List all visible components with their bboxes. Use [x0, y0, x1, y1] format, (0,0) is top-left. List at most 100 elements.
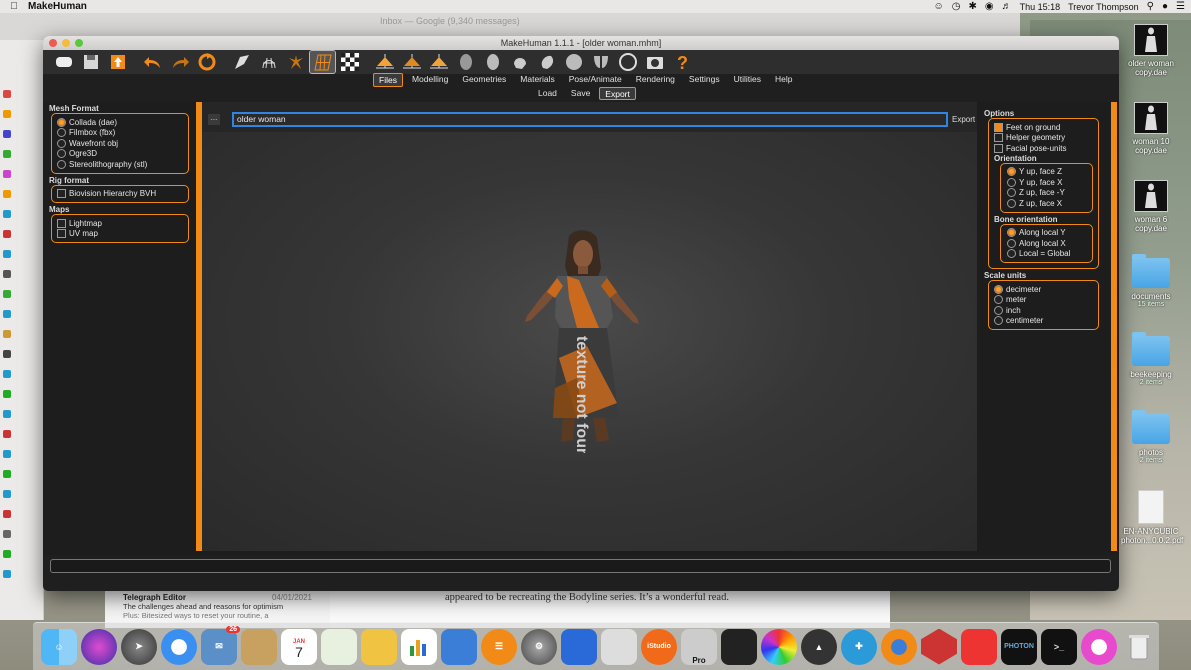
photon-icon[interactable]: PHOTON	[1001, 628, 1037, 665]
terminal-icon[interactable]: >_	[1041, 628, 1077, 665]
option-row[interactable]: Along local X	[1007, 238, 1086, 249]
toolbar-symmetry-button[interactable]	[561, 51, 586, 73]
toolbar-left-view-button[interactable]	[426, 51, 451, 73]
desktop-icon-folder[interactable]: beekeeping 2 items	[1121, 332, 1181, 386]
tab-modelling[interactable]: Modelling	[407, 73, 453, 87]
menu-app-name[interactable]: MakeHuman	[28, 1, 87, 12]
option-row[interactable]: Feet on ground	[994, 122, 1093, 133]
checkbox[interactable]	[994, 133, 1003, 143]
books-icon[interactable]: ☰	[481, 628, 517, 665]
right-panel-splitter[interactable]	[1111, 102, 1117, 551]
checkbox[interactable]	[57, 189, 66, 199]
music-icon[interactable]: ♫	[1081, 628, 1117, 665]
radio-button[interactable]	[57, 149, 66, 159]
search-icon[interactable]: ⚲	[1147, 1, 1154, 12]
option-row[interactable]: Local = Global	[1007, 249, 1086, 260]
option-row[interactable]: Ogre3D	[57, 149, 183, 160]
wifi-icon[interactable]: ◉	[985, 1, 994, 12]
toolbar-help-button[interactable]: ?	[669, 51, 694, 73]
toolbar-symmetry-left-button[interactable]	[588, 51, 613, 73]
menu-user[interactable]: Trevor Thompson	[1068, 2, 1139, 12]
notification-center-icon[interactable]: ☰	[1176, 1, 1185, 12]
toolbar-pose-button[interactable]	[283, 51, 308, 73]
contacts-icon[interactable]	[241, 628, 277, 665]
option-row[interactable]: Stereolithography (stl)	[57, 159, 183, 170]
finder-icon[interactable]: ☺	[41, 628, 77, 665]
radio-button[interactable]	[57, 128, 66, 138]
close-window-button[interactable]	[49, 39, 57, 47]
menu-clock[interactable]: Thu 15:18	[1020, 2, 1061, 12]
desktop-icon-pdf[interactable]: EN-ANYCUBIC photon...0.0.2.pdf	[1121, 490, 1183, 545]
maps-icon[interactable]	[321, 628, 357, 665]
calendar-icon[interactable]: JAN 7	[281, 628, 317, 665]
toolbar-back-view-button[interactable]	[399, 51, 424, 73]
radio-button[interactable]	[1007, 238, 1016, 248]
option-row[interactable]: Helper geometry	[994, 133, 1093, 144]
checkbox[interactable]	[994, 122, 1003, 132]
volume-icon[interactable]: ♬	[1002, 1, 1012, 12]
radio-button[interactable]	[57, 159, 66, 169]
filename-input[interactable]: older woman	[232, 111, 948, 127]
screen-sharing-icon[interactable]	[561, 628, 597, 665]
toolbar-redo-button[interactable]	[167, 51, 192, 73]
toolbar-top-view-button[interactable]	[480, 51, 505, 73]
makehuman-menu-icon[interactable]: ☺	[934, 1, 944, 12]
radio-button[interactable]	[994, 295, 1003, 305]
toolbar-wireframe-button[interactable]	[256, 51, 281, 73]
toolbar-screenshot-button[interactable]	[642, 51, 667, 73]
launchpad-icon[interactable]: ➤	[121, 628, 157, 665]
option-row[interactable]: Y up, face Z	[1007, 167, 1086, 178]
option-row[interactable]: centimeter	[994, 316, 1093, 327]
radio-button[interactable]	[994, 305, 1003, 315]
preview-icon[interactable]	[601, 628, 637, 665]
sketchup-icon[interactable]	[961, 628, 997, 665]
toolbar-undo-button[interactable]	[140, 51, 165, 73]
3d-viewport[interactable]: texture not found	[202, 132, 977, 551]
pro-app-icon[interactable]: Pro	[681, 628, 717, 665]
keynote-icon[interactable]	[361, 628, 397, 665]
desktop-icon-file[interactable]: older woman copy.dae	[1121, 24, 1181, 77]
istudio-icon[interactable]: iStudio	[641, 628, 677, 665]
desktop-icon-folder[interactable]: documents 15 items	[1121, 254, 1181, 308]
subtab-load[interactable]: Load	[533, 87, 562, 100]
blender-icon[interactable]	[881, 628, 917, 665]
browse-button[interactable]: ...	[208, 113, 220, 125]
minimize-window-button[interactable]	[62, 39, 70, 47]
radio-button[interactable]	[994, 316, 1003, 326]
checkbox[interactable]	[994, 143, 1003, 153]
option-row[interactable]: Facial pose-units	[994, 143, 1093, 154]
xcode-style-icon[interactable]	[721, 628, 757, 665]
radio-button[interactable]	[1007, 167, 1016, 177]
radio-button[interactable]	[57, 117, 66, 127]
tab-materials[interactable]: Materials	[515, 73, 559, 87]
toolbar-grid-button[interactable]	[309, 50, 336, 74]
toolbar-background-button[interactable]	[337, 51, 362, 73]
maximize-window-button[interactable]	[75, 39, 83, 47]
window-titlebar[interactable]: MakeHuman 1.1.1 - [older woman.mhm]	[43, 36, 1119, 50]
radio-button[interactable]	[994, 284, 1003, 294]
toolbar-save-button[interactable]	[78, 51, 103, 73]
desktop-icon-folder[interactable]: photos 2 items	[1121, 410, 1181, 464]
option-row[interactable]: Z up, face -Y	[1007, 188, 1086, 199]
keynote-present-icon[interactable]	[441, 628, 477, 665]
desktop-icon-file[interactable]: woman 6 copy.dae	[1121, 180, 1181, 233]
option-row[interactable]: Biovision Hierarchy BVH	[57, 189, 183, 200]
radio-button[interactable]	[1007, 188, 1016, 198]
background-app-sidebar[interactable]	[0, 40, 44, 620]
toolbar-right-view-button[interactable]	[453, 51, 478, 73]
toolbar-reset-camera-button[interactable]	[534, 51, 559, 73]
option-row[interactable]: Filmbox (fbx)	[57, 128, 183, 139]
radio-button[interactable]	[1007, 228, 1016, 238]
siri-dock-icon[interactable]	[81, 628, 117, 665]
radio-button[interactable]	[1007, 249, 1016, 259]
tab-geometries[interactable]: Geometries	[457, 73, 511, 87]
cube-app-icon[interactable]	[921, 628, 957, 665]
toolbar-reset-button[interactable]	[194, 51, 219, 73]
numbers-icon[interactable]	[401, 628, 437, 665]
bluetooth-icon[interactable]: ✱	[968, 1, 976, 12]
safari-icon[interactable]	[161, 628, 197, 665]
tab-rendering[interactable]: Rendering	[631, 73, 680, 87]
photos-icon[interactable]	[761, 628, 797, 665]
plus-app-icon[interactable]: ✚	[841, 628, 877, 665]
option-row[interactable]: Lightmap	[57, 218, 183, 229]
